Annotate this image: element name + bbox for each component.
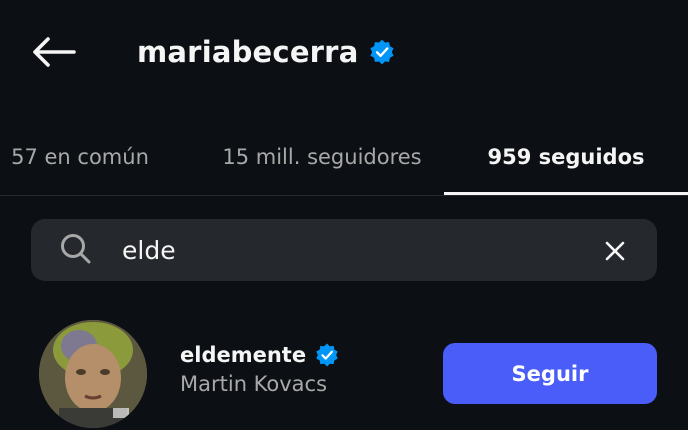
tab-followers-label: 15 mill. seguidores	[222, 144, 422, 169]
arrow-left-icon	[33, 37, 76, 67]
profile-username-title: mariabecerra	[137, 35, 359, 69]
verified-badge-icon	[314, 342, 340, 368]
tab-following-label: 959 seguidos	[487, 144, 645, 169]
search-input[interactable]: elde	[122, 232, 176, 268]
profile-title-row: mariabecerra	[137, 30, 396, 74]
tab-mutual[interactable]: 57 en común	[0, 118, 160, 195]
header: mariabecerra	[0, 0, 688, 100]
following-list-screen: mariabecerra 57 en común 15 mill. seguid…	[0, 0, 688, 430]
result-username: eldemente	[180, 343, 307, 367]
follow-tabs: 57 en común 15 mill. seguidores 959 segu…	[0, 118, 688, 196]
close-icon	[605, 241, 625, 261]
username-row: eldemente	[180, 340, 340, 370]
user-info[interactable]: eldemente Martin Kovacs	[180, 340, 340, 396]
tab-followers[interactable]: 15 mill. seguidores	[200, 118, 444, 195]
tab-mutual-label: 57 en común	[11, 144, 149, 169]
active-tab-indicator	[444, 192, 688, 195]
result-full-name: Martin Kovacs	[180, 372, 328, 396]
clear-search-button[interactable]	[596, 232, 634, 270]
tab-following[interactable]: 959 seguidos	[444, 118, 688, 195]
verified-badge-icon	[368, 38, 396, 66]
avatar[interactable]	[39, 320, 147, 428]
back-button[interactable]	[26, 30, 80, 74]
follow-button[interactable]: Seguir	[443, 343, 657, 404]
search-icon	[58, 231, 94, 267]
